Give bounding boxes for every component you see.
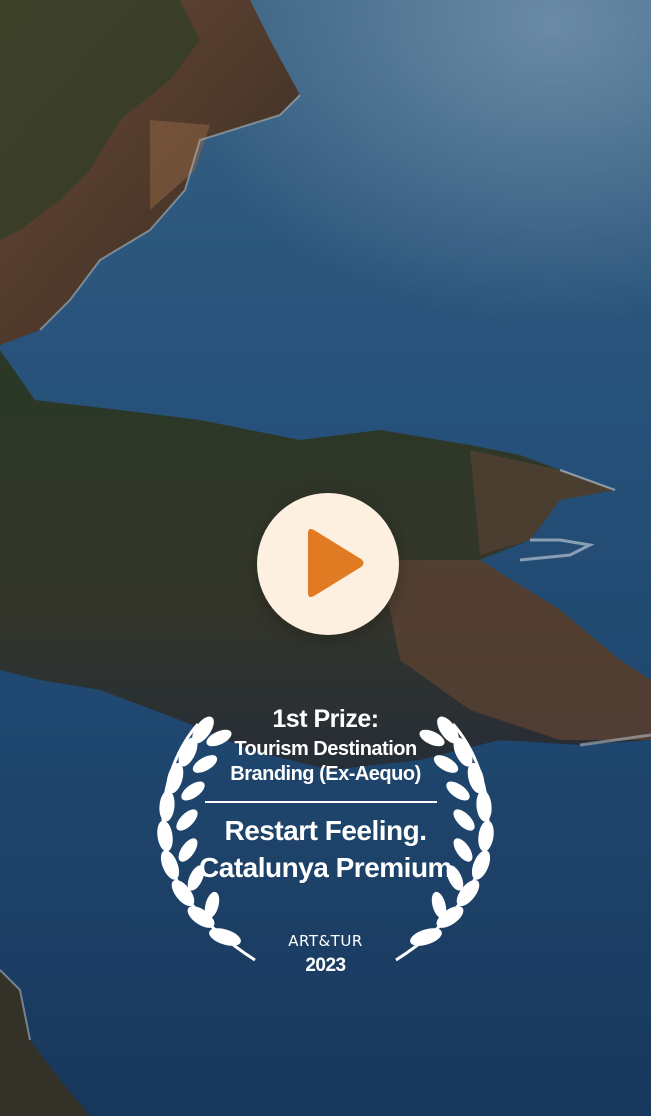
category-line-2: Branding (Ex-Aequo) [230, 763, 421, 785]
prize-title: 1st Prize: [272, 705, 379, 733]
work-title-line-1: Restart Feeling. [224, 815, 427, 846]
award-divider [205, 801, 437, 803]
work-title-line-2: Catalunya Premium [199, 852, 452, 883]
award-badge: 1st Prize: Tourism Destination Branding … [133, 702, 518, 976]
play-button[interactable] [257, 493, 399, 635]
organizer-logo: ART&TUR [288, 932, 363, 950]
award-year: 2023 [305, 955, 346, 976]
category-line-1: Tourism Destination [234, 738, 417, 760]
play-icon [308, 529, 364, 597]
